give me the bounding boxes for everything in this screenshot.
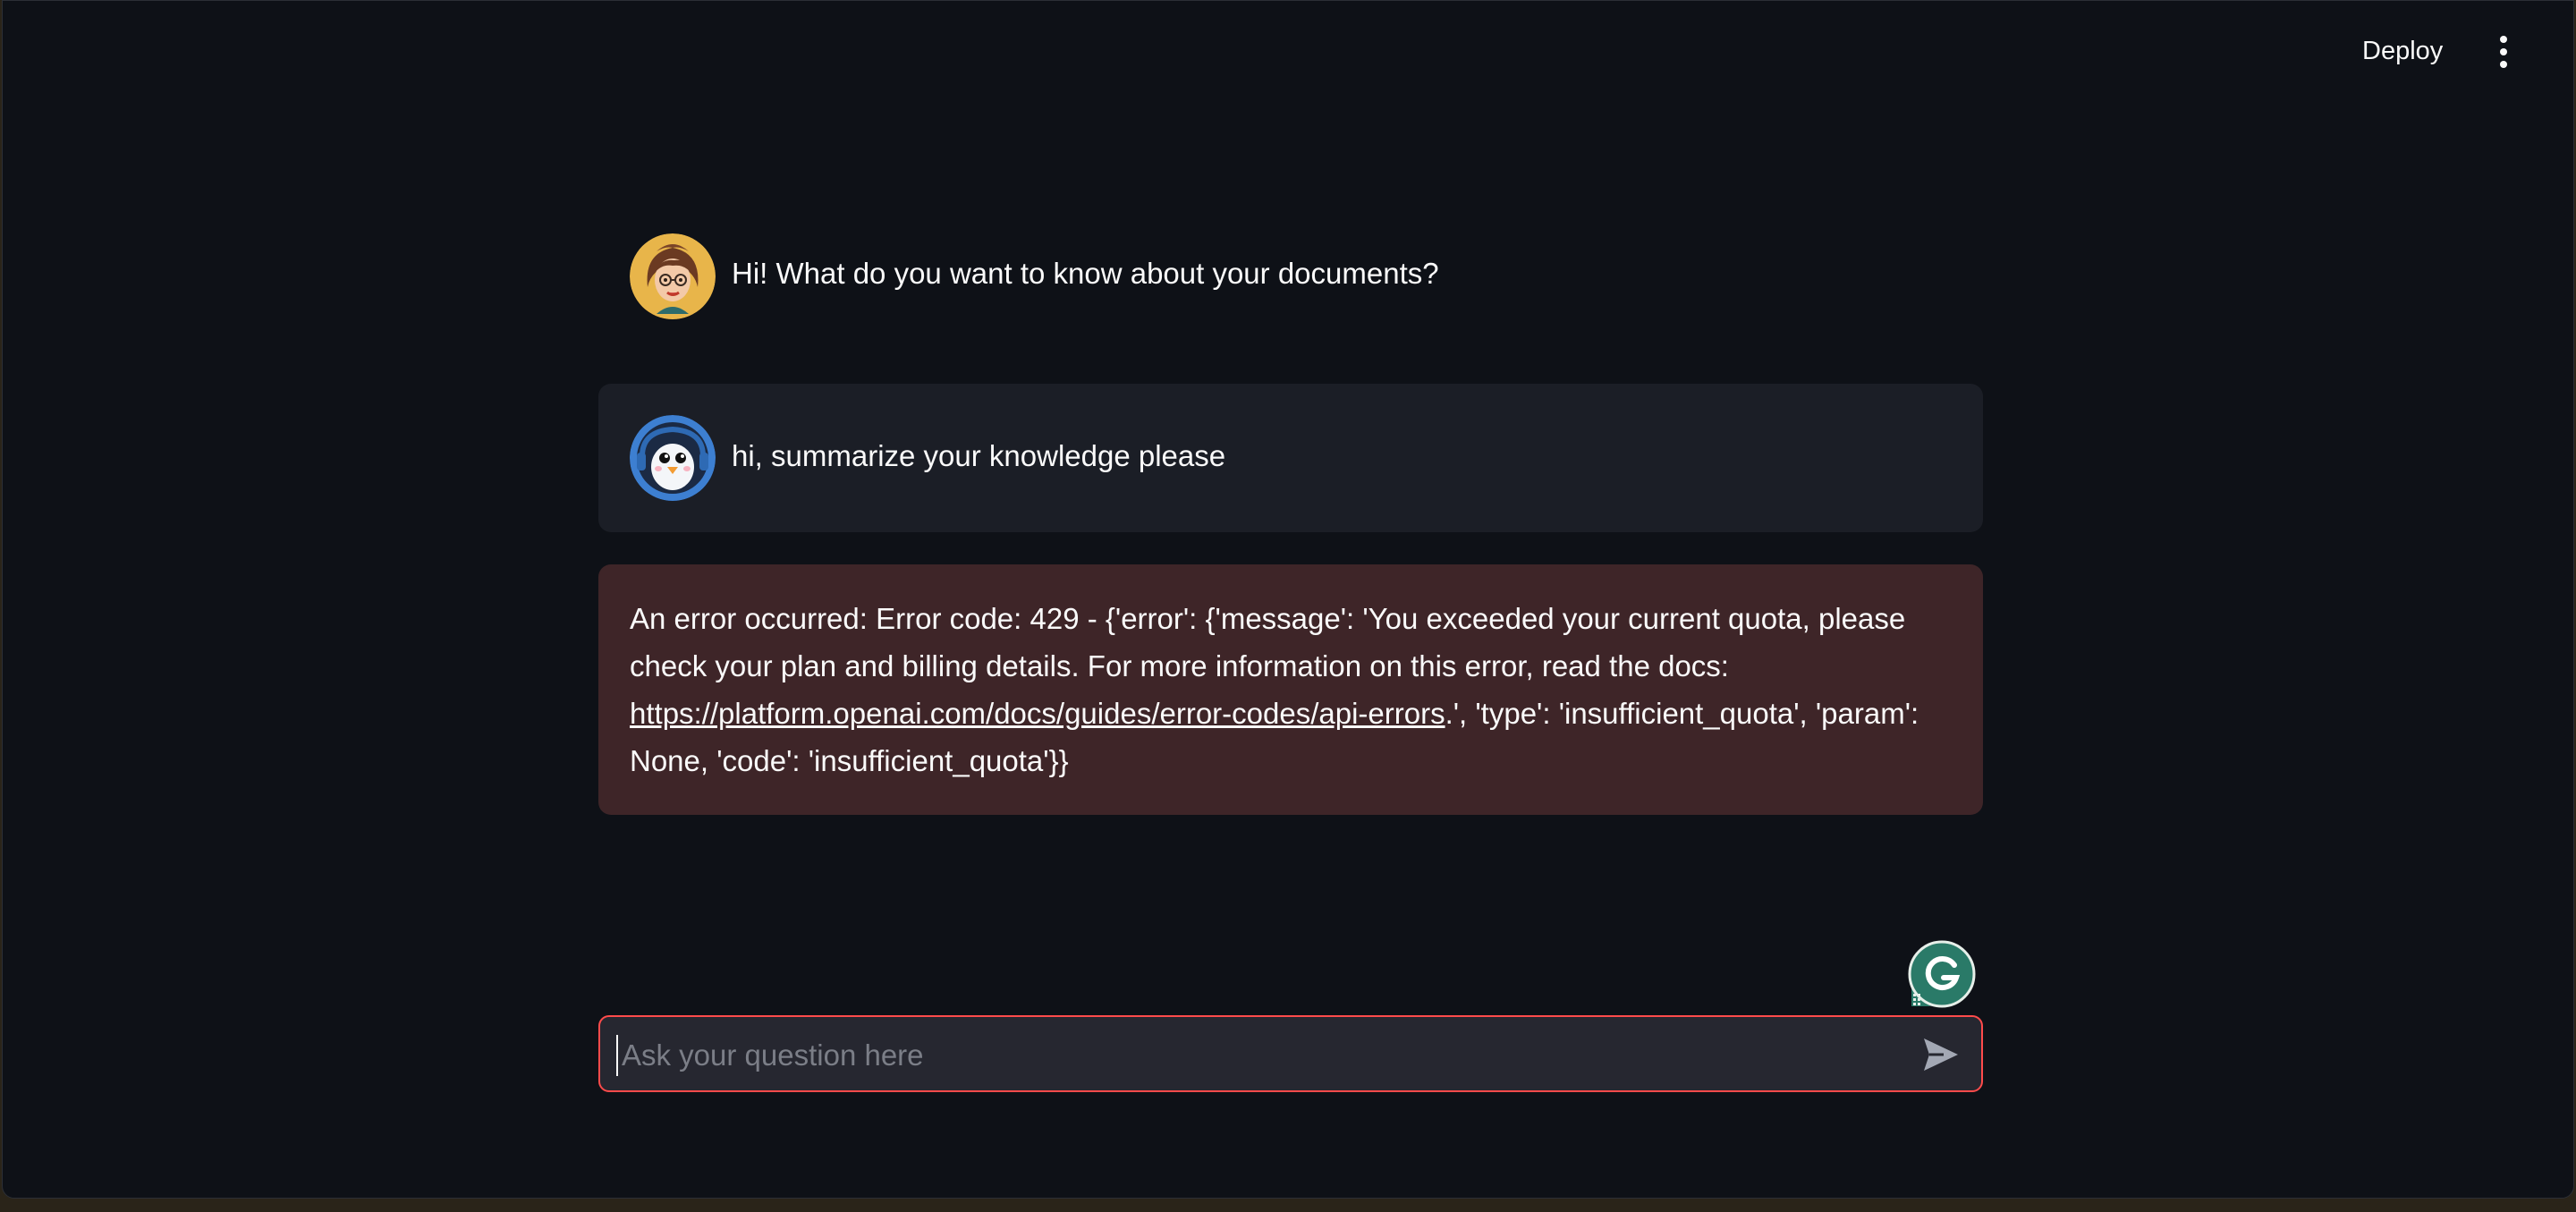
user-avatar xyxy=(630,415,716,501)
chat-message-assistant: Hi! What do you want to know about your … xyxy=(598,216,1983,337)
chat-message-user: hi, summarize your knowledge please xyxy=(598,384,1983,532)
main-menu-button[interactable] xyxy=(2486,31,2521,72)
woman-with-glasses-avatar-icon xyxy=(630,233,716,319)
send-arrow-icon xyxy=(1924,1038,1958,1071)
grammarly-g-icon xyxy=(1908,940,1976,1008)
assistant-message-text: Hi! What do you want to know about your … xyxy=(732,257,1439,290)
user-message-text: hi, summarize your knowledge please xyxy=(732,439,1226,472)
app-window: Deploy Hi! What do you want to know abou… xyxy=(2,0,2574,1199)
error-message-box: An error occurred: Error code: 429 - {'e… xyxy=(598,564,1983,815)
error-docs-link[interactable]: https://platform.openai.com/docs/guides/… xyxy=(630,697,1445,730)
penguin-avatar-icon xyxy=(630,415,716,501)
chat-input-container xyxy=(598,1015,1983,1092)
grammarly-icon[interactable] xyxy=(1906,940,1978,1008)
chat-input[interactable] xyxy=(616,1035,1894,1076)
send-button[interactable] xyxy=(1922,1037,1960,1072)
assistant-avatar xyxy=(630,233,716,319)
error-text-prefix: An error occurred: Error code: 429 - {'e… xyxy=(630,602,1906,682)
deploy-button[interactable]: Deploy xyxy=(2350,33,2455,69)
vertical-dots-icon xyxy=(2500,36,2507,68)
